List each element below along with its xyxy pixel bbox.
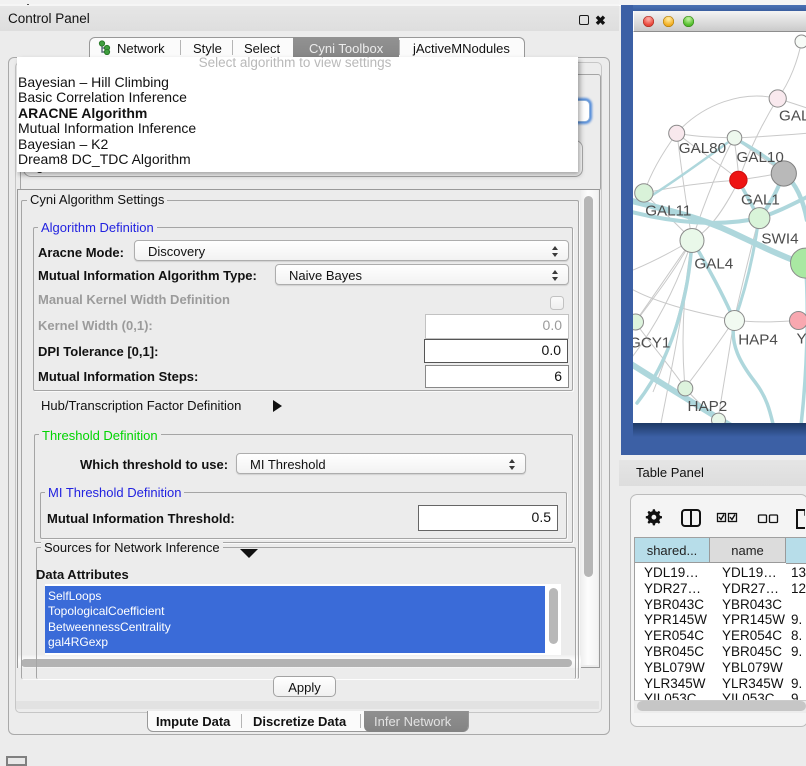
svg-text:GAL80: GAL80 — [679, 140, 726, 157]
svg-text:GAL1: GAL1 — [741, 192, 780, 209]
svg-text:GCY1: GCY1 — [633, 335, 670, 352]
svg-text:HAP2: HAP2 — [688, 398, 728, 415]
svg-text:GAL4: GAL4 — [694, 256, 733, 273]
svg-text:GAL: GAL — [779, 108, 806, 125]
svg-text:HAP4: HAP4 — [738, 332, 778, 349]
svg-text:GAL10: GAL10 — [737, 149, 784, 166]
svg-text:GAL11: GAL11 — [645, 203, 691, 220]
svg-text:SWI4: SWI4 — [761, 231, 798, 248]
svg-text:Y: Y — [797, 331, 806, 348]
